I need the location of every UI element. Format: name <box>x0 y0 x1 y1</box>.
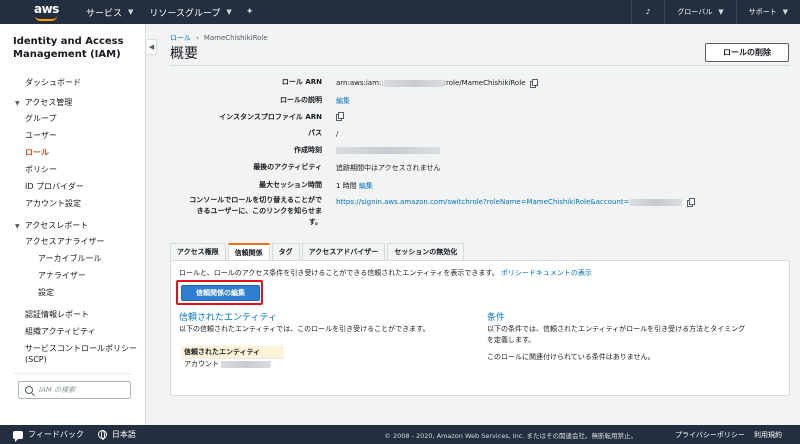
aws-logo[interactable]: aws <box>34 0 70 24</box>
tab-access-advisor[interactable]: アクセスアドバイザー <box>301 243 386 260</box>
collapse-sidebar-button[interactable]: ◀ <box>147 39 157 55</box>
creation-time-label: 作成時刻 <box>294 146 322 154</box>
sidebar-item-settings[interactable]: 設定 <box>38 287 54 298</box>
path-label: パス <box>308 129 322 137</box>
conditions-text-line2: を定義します。 <box>487 336 536 344</box>
max-session-label: 最大セッション時間 <box>259 181 322 189</box>
tab-revoke-sessions[interactable]: セッションの無効化 <box>387 243 465 260</box>
copy-icon[interactable] <box>686 198 695 207</box>
max-session-value: 1 時間 <box>336 182 357 190</box>
bell-icon[interactable]: ♪ <box>632 0 664 24</box>
support-menu[interactable]: サポート ▼ <box>737 0 800 24</box>
tab-bar: アクセス権限 信頼関係 タグ アクセスアドバイザー セッションの無効化 <box>170 243 466 260</box>
resource-groups-menu[interactable]: リソースグループ ▼ <box>149 6 231 19</box>
sidebar-item-archive-rules[interactable]: アーカイブルール <box>38 253 102 264</box>
top-nav: aws サービス ▼ リソースグループ ▼ ✦ ♪ グローバル ▼ サポート ▼ <box>0 0 800 24</box>
trusted-entities-column-header: 信頼されたエンティティ <box>181 346 284 359</box>
chevron-down-icon: ▼ <box>226 8 232 16</box>
role-arn-label: ロール ARN <box>281 78 322 86</box>
role-arn-value: arn:aws:iam:::role/MameChishikiRole <box>336 79 539 88</box>
chevron-left-icon: ◀ <box>148 43 155 51</box>
trusted-entities-text: 以下の信頼されたエンティティでは、このロールを引き受けることができます。 <box>179 325 430 333</box>
sidebar-item-org-activity[interactable]: 組織アクティビティ <box>25 326 96 337</box>
chevron-down-icon: ▼ <box>782 8 788 16</box>
sidebar-title: Identity and Access Management (IAM) <box>13 36 124 60</box>
delete-role-button[interactable]: ロールの削除 <box>705 43 789 62</box>
pin-icon[interactable]: ✦ <box>246 7 254 17</box>
sidebar-item-groups[interactable]: グループ <box>25 113 57 124</box>
instance-profile-label: インスタンスプロファイル ARN <box>219 113 322 121</box>
copy-icon[interactable] <box>530 79 539 88</box>
sidebar-item-users[interactable]: ユーザー <box>25 130 57 141</box>
privacy-policy-link[interactable]: プライバシーポリシー <box>675 430 745 440</box>
language-button[interactable]: 日本語 <box>84 429 136 440</box>
sidebar: Identity and Access Management (IAM) ダッシ… <box>0 24 146 425</box>
redacted-account-id <box>221 360 272 368</box>
caret-down-icon: ▼ <box>15 100 20 107</box>
chevron-down-icon: ▼ <box>128 8 134 16</box>
breadcrumb-current: MameChishikiRole <box>203 34 268 42</box>
trust-relationships-panel: ロールと、ロールのアクセス条件を引き受けることができる信頼されたエンティティを表… <box>170 260 790 396</box>
sidebar-item-dashboard[interactable]: ダッシュボード <box>25 77 81 88</box>
breadcrumb: ロール › MameChishikiRole <box>170 33 268 43</box>
redacted-creation-time <box>336 146 440 154</box>
caret-down-icon: ▼ <box>15 223 20 230</box>
sidebar-item-account-settings[interactable]: アカウント設定 <box>25 198 81 209</box>
tab-trust-relationships[interactable]: 信頼関係 <box>227 243 270 260</box>
iam-search-input[interactable]: IAM の検索 <box>18 381 131 399</box>
breadcrumb-roles-link[interactable]: ロール <box>170 34 191 42</box>
sidebar-section-access-reports[interactable]: ▼ アクセスレポート <box>15 220 88 231</box>
search-icon <box>25 386 33 394</box>
page-title: 概要 <box>170 46 198 62</box>
conditions-heading: 条件 <box>487 313 506 323</box>
last-activity-value: 追跡期間中はアクセスされません <box>336 164 441 172</box>
footer: フィードバック 日本語 © 2008 - 2020, Amazon Web Se… <box>0 425 800 444</box>
no-conditions-text: このロールに関連付けられている条件はありません。 <box>487 353 655 361</box>
path-value: / <box>336 130 339 138</box>
edit-max-session-link[interactable]: 編集 <box>359 182 373 190</box>
edit-trust-relationship-button[interactable]: 信頼関係の編集 <box>181 285 260 301</box>
sidebar-item-roles[interactable]: ロール <box>25 147 49 158</box>
switch-role-label: コンソールでロールを切り替えることができるユーザーに、このリンクを知らせます。 <box>189 196 322 226</box>
copyright-text: © 2008 - 2020, Amazon Web Services, Inc.… <box>384 431 637 440</box>
chevron-right-icon: › <box>196 34 199 42</box>
feedback-icon <box>13 430 23 442</box>
sidebar-item-credential-report[interactable]: 認証情報レポート <box>25 309 89 320</box>
last-activity-label: 最後のアクティビティ <box>253 163 322 171</box>
conditions-text-line1: 以下の条件では、信頼されたエンティティがロールを引き受ける方法とタイミング <box>487 325 746 333</box>
tab-permissions[interactable]: アクセス権限 <box>170 243 226 260</box>
redacted-account-id <box>383 79 444 87</box>
sidebar-item-scp[interactable]: サービスコントロールポリシー (SCP) <box>25 343 137 365</box>
region-menu[interactable]: グローバル ▼ <box>665 0 735 24</box>
edit-description-link[interactable]: 編集 <box>336 97 350 105</box>
redacted-account-id <box>629 198 682 206</box>
sidebar-item-analyzers[interactable]: アナライザー <box>38 270 86 281</box>
services-menu[interactable]: サービス ▼ <box>86 6 133 19</box>
sidebar-section-access-management[interactable]: ▼ アクセス管理 <box>15 97 72 108</box>
sidebar-item-id-providers[interactable]: ID プロバイダー <box>25 181 84 192</box>
view-policy-document-link[interactable]: ポリシードキュメントの表示 <box>501 269 592 277</box>
terms-link[interactable]: 利用規約 <box>754 430 782 440</box>
chevron-down-icon: ▼ <box>718 8 724 16</box>
tab-tags[interactable]: タグ <box>271 243 300 260</box>
trusted-entities-heading: 信頼されたエンティティ <box>179 313 277 323</box>
trusted-entity-row: アカウント <box>181 359 272 369</box>
role-description-label: ロールの説明 <box>280 96 322 104</box>
sidebar-item-access-analyzer[interactable]: アクセスアナライザー <box>25 236 104 247</box>
sidebar-item-policies[interactable]: ポリシー <box>25 164 57 175</box>
switch-role-link[interactable]: https://signin.aws.amazon.com/switchrole… <box>336 198 630 206</box>
copy-icon[interactable] <box>336 112 344 121</box>
globe-icon <box>97 430 107 440</box>
feedback-button[interactable]: フィードバック <box>13 429 84 442</box>
main-content: ロール › MameChishikiRole 概要 ロールの削除 ロール ARN a… <box>158 24 800 425</box>
trust-intro-text: ロールと、ロールのアクセス条件を引き受けることができる信頼されたエンティティを表… <box>179 269 499 277</box>
